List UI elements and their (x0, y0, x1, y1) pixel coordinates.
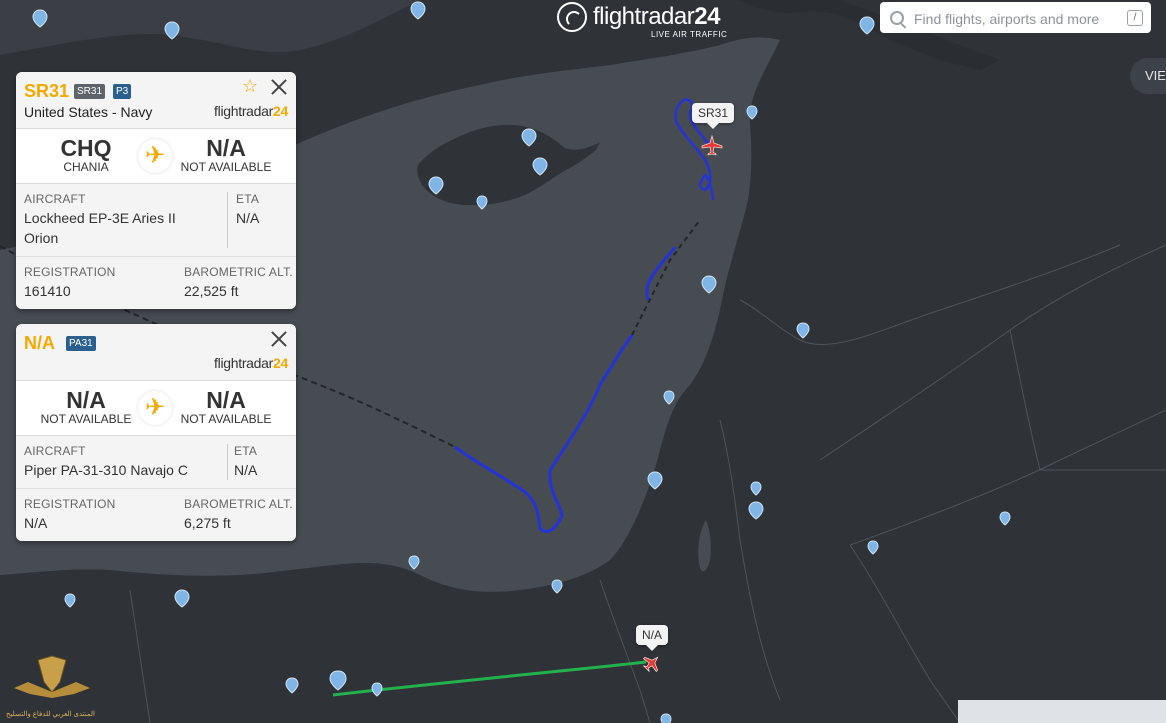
destination-name: NOT AVAILABLE (180, 412, 272, 426)
search-box[interactable]: / (880, 2, 1151, 35)
plane-icon: ✈ (138, 391, 172, 425)
plane-icon: ✈ (138, 139, 172, 173)
eta-label: ETA (234, 444, 258, 458)
registration-value: 161410 (24, 283, 71, 299)
origin-airport[interactable]: N/A NOT AVAILABLE (36, 387, 136, 426)
panel-brand: flightradar24 (214, 103, 288, 119)
star-lock-icon[interactable]: ☆ (242, 77, 260, 95)
divider (227, 192, 228, 248)
origin-name: NOT AVAILABLE (40, 412, 132, 426)
aircraft-label: AIRCRAFT (24, 444, 86, 458)
destination-name: NOT AVAILABLE (180, 160, 272, 174)
close-icon[interactable] (270, 330, 288, 348)
origin-code: CHQ (60, 135, 112, 161)
aircraft-model: Piper PA-31-310 Navajo C (24, 462, 188, 478)
flight-panel-pa31: N/A PA31 flightradar24 N/A NOT AVAILABLE… (16, 324, 296, 541)
route-section: CHQ CHANIA ✈ N/A NOT AVAILABLE (16, 128, 296, 184)
destination-airport[interactable]: N/A NOT AVAILABLE (176, 135, 276, 174)
registration-label: REGISTRATION (24, 497, 116, 511)
altitude-label: BAROMETRIC ALT. (184, 497, 293, 511)
divider (227, 444, 228, 480)
altitude-value: 6,275 ft (184, 515, 231, 531)
pa31-map-label[interactable]: N/A (636, 625, 669, 651)
destination-airport[interactable]: N/A NOT AVAILABLE (176, 387, 276, 426)
video-thumbnail[interactable] (958, 700, 1166, 723)
origin-name: CHANIA (63, 160, 109, 174)
operator-name: United States - Navy (24, 104, 153, 120)
flight-panel-sr31: SR31 SR31 P3 United States - Navy ☆ flig… (16, 72, 296, 309)
aircraft-row: AIRCRAFT Piper PA-31-310 Navajo C ETA N/… (16, 436, 296, 489)
registration-row: REGISTRATION N/A BAROMETRIC ALT. 6,275 f… (16, 489, 296, 541)
eta-label: ETA (236, 192, 260, 206)
callsign: SR31 (24, 81, 70, 101)
flight-badge: SR31 (74, 84, 106, 99)
radar-icon (557, 2, 587, 32)
eta-value: N/A (236, 210, 260, 226)
route-section: N/A NOT AVAILABLE ✈ N/A NOT AVAILABLE (16, 380, 296, 436)
panel-brand: flightradar24 (214, 355, 288, 371)
logo-tagline: LIVE AIR TRAFFIC (651, 30, 728, 39)
destination-code: N/A (206, 387, 246, 413)
panel-header: SR31 SR31 P3 United States - Navy ☆ flig… (16, 72, 296, 128)
watermark-text: المنتدى العربي للدفاع والتسليح (6, 711, 95, 718)
search-icon (890, 11, 904, 25)
registration-value: N/A (24, 515, 48, 531)
search-input[interactable] (912, 2, 1116, 35)
search-shortcut-key: / (1127, 10, 1143, 26)
aircraft-row: AIRCRAFT Lockheed EP-3E Aries II Orion E… (16, 184, 296, 257)
close-icon[interactable] (270, 78, 288, 96)
origin-code: N/A (66, 387, 106, 413)
view-button[interactable]: VIEW (1130, 58, 1166, 94)
aircraft-model-line2: Orion (24, 230, 59, 246)
altitude-value: 22,525 ft (184, 283, 239, 299)
aircraft-model: Lockheed EP-3E Aries II (24, 210, 176, 226)
origin-airport[interactable]: CHQ CHANIA (36, 135, 136, 174)
registration-row: REGISTRATION 161410 BAROMETRIC ALT. 22,5… (16, 257, 296, 309)
aircraft-label: AIRCRAFT (24, 192, 86, 206)
registration-label: REGISTRATION (24, 265, 116, 279)
aircraft-type-badge: PA31 (66, 336, 96, 351)
callsign: N/A (24, 333, 55, 353)
sr31-map-label[interactable]: SR31 (692, 103, 735, 129)
logo-text: flightradar24 (593, 3, 720, 30)
altitude-label: BAROMETRIC ALT. (184, 265, 293, 279)
aircraft-type-badge: P3 (113, 84, 132, 99)
destination-code: N/A (206, 135, 246, 161)
eta-value: N/A (234, 462, 258, 478)
panel-header: N/A PA31 flightradar24 (16, 324, 296, 380)
